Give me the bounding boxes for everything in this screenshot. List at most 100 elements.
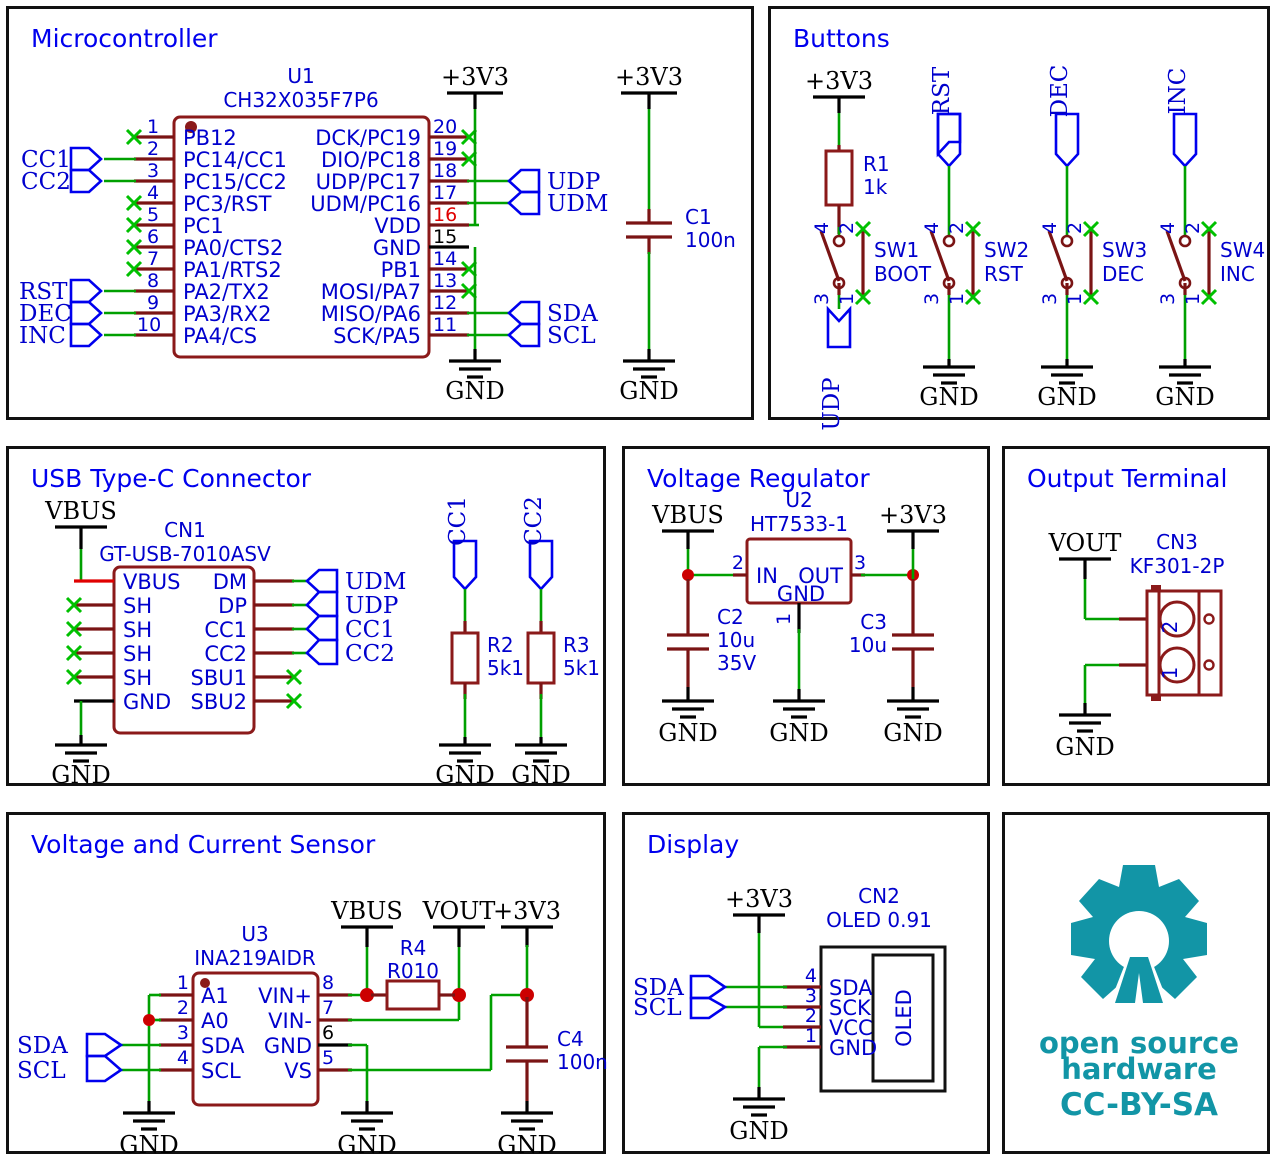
r2-branch[interactable]: [439, 539, 491, 763]
netflag-udp-udm[interactable]: [507, 168, 541, 216]
sw2-group[interactable]: [923, 112, 982, 385]
oshw-logo-block: open source hardware CC-BY-SA: [1039, 865, 1239, 1123]
osh-gear-icon: [1071, 865, 1207, 1005]
u1-pin-name-11: SCK/PA5: [333, 324, 421, 348]
u1-pin-num-8: 8: [147, 270, 159, 292]
cn1-pin-name-sbu2: SBU2: [191, 690, 247, 714]
cn1-pin-name-vbus: VBUS: [123, 570, 180, 594]
u1-pin-name-14: PB1: [381, 258, 421, 282]
u1-pin-name-20: DCK/PC19: [315, 126, 421, 150]
u1-pin-name-13: MOSI/PA7: [321, 280, 421, 304]
cn2-pin-num-1: 1: [805, 1025, 817, 1047]
netlabel-scl-display: SCL: [633, 995, 682, 1021]
panel-display: Display OLED +3V3 SDA SCK VCC GND 4 3 2 …: [622, 812, 990, 1154]
u1-pin-num-6: 6: [147, 226, 159, 248]
u1-pin-num-7: 7: [147, 248, 159, 270]
netflag-rst-dec-inc[interactable]: [69, 278, 103, 348]
c4-branch: [501, 997, 553, 1131]
power-label-vout-sensor: VOUT: [422, 897, 496, 925]
sw1-pin-2: 2: [836, 222, 858, 234]
r1-ref: R1: [863, 152, 890, 176]
panel-usb: USB Type-C Connector VBUS VBUS SH SH SH …: [6, 446, 606, 789]
cn1-pin-name-dp: DP: [218, 594, 247, 618]
u1-pin-name-15: GND: [373, 236, 421, 260]
u3-ref: U3: [241, 922, 268, 946]
osh-line2: hardware: [1061, 1052, 1217, 1086]
netflag-sda-scl-mcu[interactable]: [507, 300, 541, 348]
sw4-ref: SW4: [1220, 238, 1265, 262]
netlabel-dec-sw3: DEC: [1047, 65, 1073, 118]
u2-pin-num-3: 3: [854, 552, 866, 574]
power-label-3v3-c1: +3V3: [615, 63, 683, 91]
u3-pin-name-sda: SDA: [201, 1034, 245, 1058]
netflag-sda-scl-display[interactable]: [689, 974, 728, 1020]
power-label-3v3-reg: +3V3: [879, 501, 947, 529]
c2-value: 10u: [717, 628, 755, 652]
u2-ref: U2: [785, 488, 812, 512]
sw1-ref: SW1: [874, 238, 919, 262]
u1-pin-name-5: PC1: [183, 214, 224, 238]
u3-pin-num-5: 5: [322, 1047, 334, 1069]
gnd-label-sw4: GND: [1155, 383, 1214, 411]
c1-branch: [621, 91, 677, 379]
gnd-label-u2: GND: [769, 719, 828, 747]
netlabel-inc-sw4: INC: [1165, 68, 1191, 115]
u1-pin-num-2: 2: [147, 138, 159, 160]
sw4-group[interactable]: [1159, 112, 1218, 385]
osh-line3: CC-BY-SA: [1060, 1087, 1218, 1123]
sw2-pin-3: 3: [921, 293, 943, 305]
u1-ref: U1: [287, 64, 314, 88]
u1-pin-num-3: 3: [147, 160, 159, 182]
cn1-pin-name-sh2: SH: [123, 618, 152, 642]
cn1-pin-name-cc1: CC1: [204, 618, 247, 642]
c2-ref: C2: [717, 605, 744, 629]
cn2-gnd-net: [733, 1045, 787, 1117]
u1-pin-num-14: 14: [433, 248, 457, 270]
sw3-group[interactable]: [1041, 112, 1100, 385]
cn1-part: GT-USB-7010ASV: [99, 542, 271, 566]
panel-buttons: Buttons +3V3 R1 1k 4 2 3 1 SW1 BOOT UDP …: [768, 6, 1270, 431]
panel-regulator: Voltage Regulator VBUS +3V3 GND IN OUT G…: [622, 446, 990, 786]
netlabel-udm-mcu: UDM: [547, 191, 608, 217]
panel-microcontroller: Microcontroller CC1 CC2 RST DEC INC PB12…: [6, 6, 754, 420]
u1-pin-name-7: PA1/RTS2: [183, 258, 282, 282]
cn1-pin-name-gnd: GND: [123, 690, 171, 714]
r3-branch[interactable]: [515, 539, 567, 763]
cn3-ref: CN3: [1156, 530, 1198, 554]
u1-pin-name-19: DIO/PC18: [321, 148, 421, 172]
sw2-pin-2: 2: [946, 222, 968, 234]
netflag-usb-signals[interactable]: [305, 568, 339, 666]
sw4-fn: INC: [1220, 262, 1255, 286]
u3-addr-gnd-net: [121, 993, 161, 1105]
buttons-schematic: +3V3 R1 1k 4 2 3 1 SW1 BOOT UDP RST 4 2 …: [805, 65, 1265, 431]
sw4-pin-2: 2: [1182, 222, 1204, 234]
cn2-pin-num-4: 4: [805, 965, 817, 987]
u3-pin-num-2: 2: [177, 997, 189, 1019]
netflag-cc1-cc2[interactable]: [69, 146, 103, 194]
gnd-label-c4: GND: [497, 1131, 556, 1159]
u3-pin-name-gnd: GND: [264, 1034, 312, 1058]
u1-pin-name-6: PA0/CTS2: [183, 236, 283, 260]
u3-pin-name-vinp: VIN+: [258, 984, 312, 1008]
u3-pin-name-vs: VS: [284, 1059, 312, 1083]
u2-pin-name-in: IN: [756, 564, 778, 588]
sw4-pin-4: 4: [1157, 222, 1179, 234]
sw4-pin-1: 1: [1182, 293, 1204, 305]
u1-pin-num-16: 16: [433, 204, 457, 226]
u1-pin-num-13: 13: [433, 270, 457, 292]
c3-value: 10u: [849, 633, 887, 657]
schematic-sheet: Microcontroller CC1 CC2 RST DEC INC PB12…: [0, 0, 1276, 1160]
u3-pin-num-3: 3: [177, 1022, 189, 1044]
u1-pin-num-12: 12: [433, 292, 457, 314]
u3-pin-num-4: 4: [177, 1047, 189, 1069]
power-label-3v3-buttons: +3V3: [805, 67, 873, 95]
cn1-pin-name-sbu1: SBU1: [191, 666, 247, 690]
netflag-sda-scl-sensor[interactable]: [85, 1032, 124, 1083]
r3-ref: R3: [563, 633, 590, 657]
u2-pin-num-2: 2: [732, 552, 744, 574]
u3-addr-gnd-symbol: [123, 1101, 175, 1131]
gnd-label-c2: GND: [658, 719, 717, 747]
u3-pin-num-6: 6: [322, 1022, 334, 1044]
u1-pin-num-9: 9: [147, 292, 159, 314]
cn2-pin-name-gnd: GND: [829, 1036, 877, 1060]
